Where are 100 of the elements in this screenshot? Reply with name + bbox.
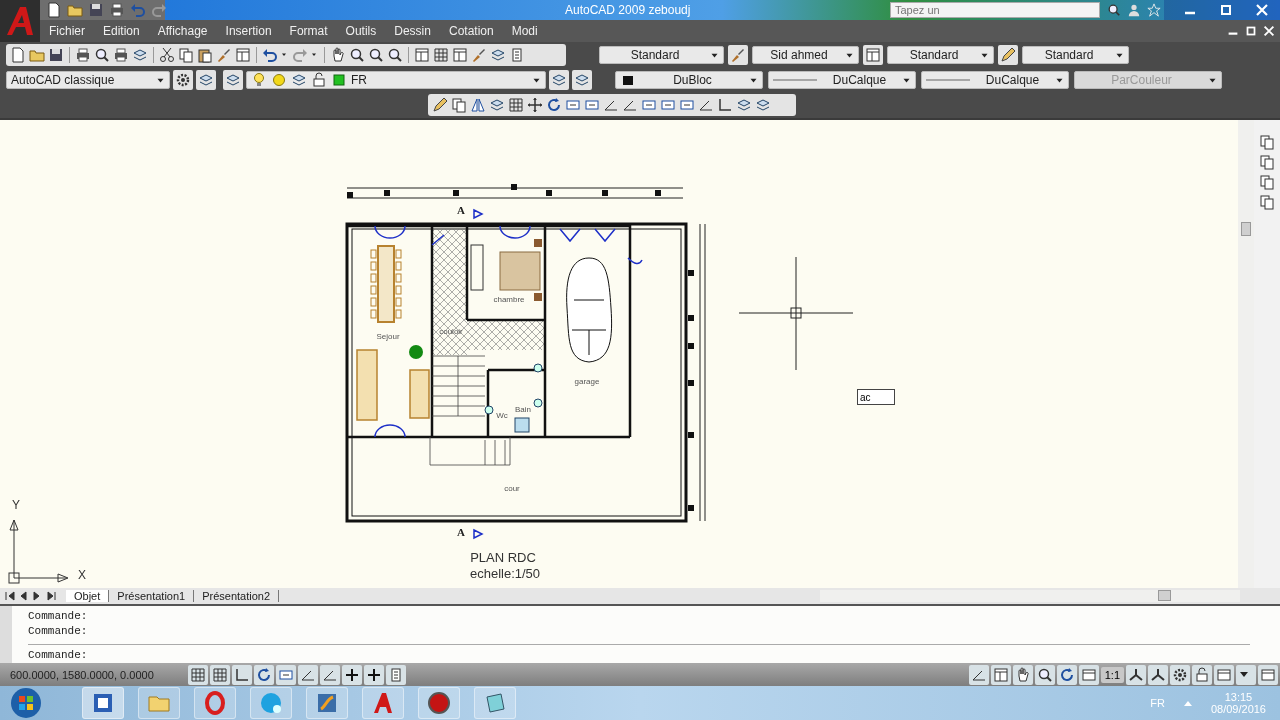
taskbar-button[interactable]: [474, 687, 516, 719]
caret-icon[interactable]: [1236, 664, 1256, 685]
taskbar-button[interactable]: [82, 687, 124, 719]
close-icon[interactable]: [1254, 2, 1270, 18]
folder-icon[interactable]: [67, 2, 83, 18]
snap-icon[interactable]: [188, 664, 208, 685]
zoom-icon[interactable]: [1034, 664, 1055, 685]
lineweight-dropdown[interactable]: DuCalque: [921, 70, 1069, 89]
fan-icon[interactable]: [1126, 664, 1146, 685]
menu-item[interactable]: Cotation: [439, 24, 503, 38]
rotate-icon[interactable]: [546, 97, 562, 113]
panel-icon[interactable]: [452, 46, 468, 63]
window-icon[interactable]: [1078, 664, 1099, 685]
menu-item[interactable]: Fichier: [40, 24, 94, 38]
zoom-icon[interactable]: [387, 46, 403, 63]
maximize-icon[interactable]: [1218, 2, 1234, 18]
printer-icon[interactable]: [75, 46, 91, 63]
grid-icon[interactable]: [508, 97, 524, 113]
hand-icon[interactable]: [1012, 664, 1033, 685]
maximize-icon[interactable]: [1244, 24, 1258, 38]
paste-icon[interactable]: [197, 46, 213, 63]
ortho-icon[interactable]: [232, 664, 252, 685]
dynamic-input-field[interactable]: ac: [857, 389, 895, 405]
close-icon[interactable]: [1262, 24, 1276, 38]
panel-icon[interactable]: [235, 46, 251, 63]
chart-icon: [315, 691, 339, 715]
grid-icon[interactable]: [433, 46, 449, 63]
gear-icon[interactable]: [173, 69, 193, 90]
rotate-icon[interactable]: [1056, 664, 1077, 685]
taskbar-button[interactable]: [250, 687, 292, 719]
star-icon[interactable]: [1147, 3, 1161, 17]
scissors-icon[interactable]: [159, 46, 175, 63]
menu-item[interactable]: Insertion: [216, 24, 281, 38]
linetype-dropdown[interactable]: DuCalque: [768, 70, 916, 89]
style-dropdown[interactable]: Standard: [1022, 45, 1129, 64]
command-prompt[interactable]: Commande:: [28, 649, 88, 661]
search-icon[interactable]: [1107, 3, 1121, 17]
rectangle-icon[interactable]: [660, 97, 676, 113]
style-dropdown[interactable]: Sid ahmed: [752, 45, 859, 64]
zoom-icon[interactable]: [368, 46, 384, 63]
osnap-icon[interactable]: [276, 664, 296, 685]
start-button[interactable]: [10, 687, 42, 719]
layout-tab[interactable]: Présentation1: [109, 590, 195, 602]
taskbar-button[interactable]: [418, 687, 460, 719]
taskbar-button[interactable]: [306, 687, 348, 719]
pencil-icon[interactable]: [432, 97, 448, 113]
color-dropdown[interactable]: DuBloc: [615, 70, 763, 89]
workspace-dropdown[interactable]: AutoCAD classique: [6, 70, 170, 89]
style-dropdown[interactable]: Standard: [599, 45, 724, 64]
file-icon[interactable]: [10, 46, 26, 63]
file-icon[interactable]: [46, 2, 62, 18]
zoom-icon[interactable]: [349, 46, 365, 63]
section-label: A: [457, 204, 465, 216]
move-icon[interactable]: [527, 97, 543, 113]
brush-icon[interactable]: [216, 46, 232, 63]
polar-icon[interactable]: [254, 664, 274, 685]
hand-icon[interactable]: [330, 46, 346, 63]
lock-icon[interactable]: [1192, 664, 1212, 685]
menu-item[interactable]: Edition: [94, 24, 149, 38]
printer-icon[interactable]: [113, 46, 129, 63]
menu-item[interactable]: Outils: [336, 24, 386, 38]
plan-title: echelle:1/50: [469, 566, 541, 581]
save-icon[interactable]: [48, 46, 64, 63]
menu-item[interactable]: Format: [280, 24, 337, 38]
layout-tab[interactable]: Présentation2: [194, 590, 280, 602]
person-icon[interactable]: [1127, 3, 1141, 17]
grid-icon[interactable]: [210, 664, 230, 685]
printer-icon[interactable]: [109, 2, 125, 18]
layout-tab[interactable]: Objet: [66, 590, 110, 602]
angle-icon[interactable]: [320, 664, 340, 685]
vertical-scrollbar[interactable]: [1238, 120, 1254, 588]
panel-icon[interactable]: [990, 664, 1011, 685]
fan-icon[interactable]: [1148, 664, 1168, 685]
mirror-icon[interactable]: [470, 97, 486, 113]
ortho-icon[interactable]: [717, 97, 733, 113]
menu-item[interactable]: Dessin: [385, 24, 440, 38]
room-label: Wc: [496, 411, 508, 420]
taskbar-button[interactable]: [194, 687, 236, 719]
layer-dropdown[interactable]: FR: [246, 70, 546, 89]
horizontal-scrollbar[interactable]: [820, 590, 1240, 602]
annotation-scale-button[interactable]: 1:1: [1100, 666, 1124, 683]
table-icon[interactable]: [863, 44, 883, 65]
copy-icon[interactable]: [451, 97, 467, 113]
preview-icon[interactable]: [94, 46, 110, 63]
search-field[interactable]: Tapez un: [890, 2, 1100, 18]
angle-icon[interactable]: [298, 664, 318, 685]
save-icon[interactable]: [88, 2, 104, 18]
taskbar-button[interactable]: [362, 687, 404, 719]
panel-icon[interactable]: [414, 46, 430, 63]
menu-item[interactable]: Affichage: [148, 24, 217, 38]
app-logo-icon[interactable]: [5, 5, 35, 37]
style-dropdown[interactable]: Standard: [887, 45, 994, 64]
plus-icon[interactable]: [342, 664, 362, 685]
brush-icon[interactable]: [471, 46, 487, 63]
plus-icon[interactable]: [364, 664, 384, 685]
menu-item[interactable]: Modi: [502, 24, 547, 38]
calculator-icon[interactable]: [509, 46, 525, 63]
rectangle-icon[interactable]: [565, 97, 581, 113]
gear-icon[interactable]: [1170, 664, 1190, 685]
copy-icon[interactable]: [178, 46, 194, 63]
